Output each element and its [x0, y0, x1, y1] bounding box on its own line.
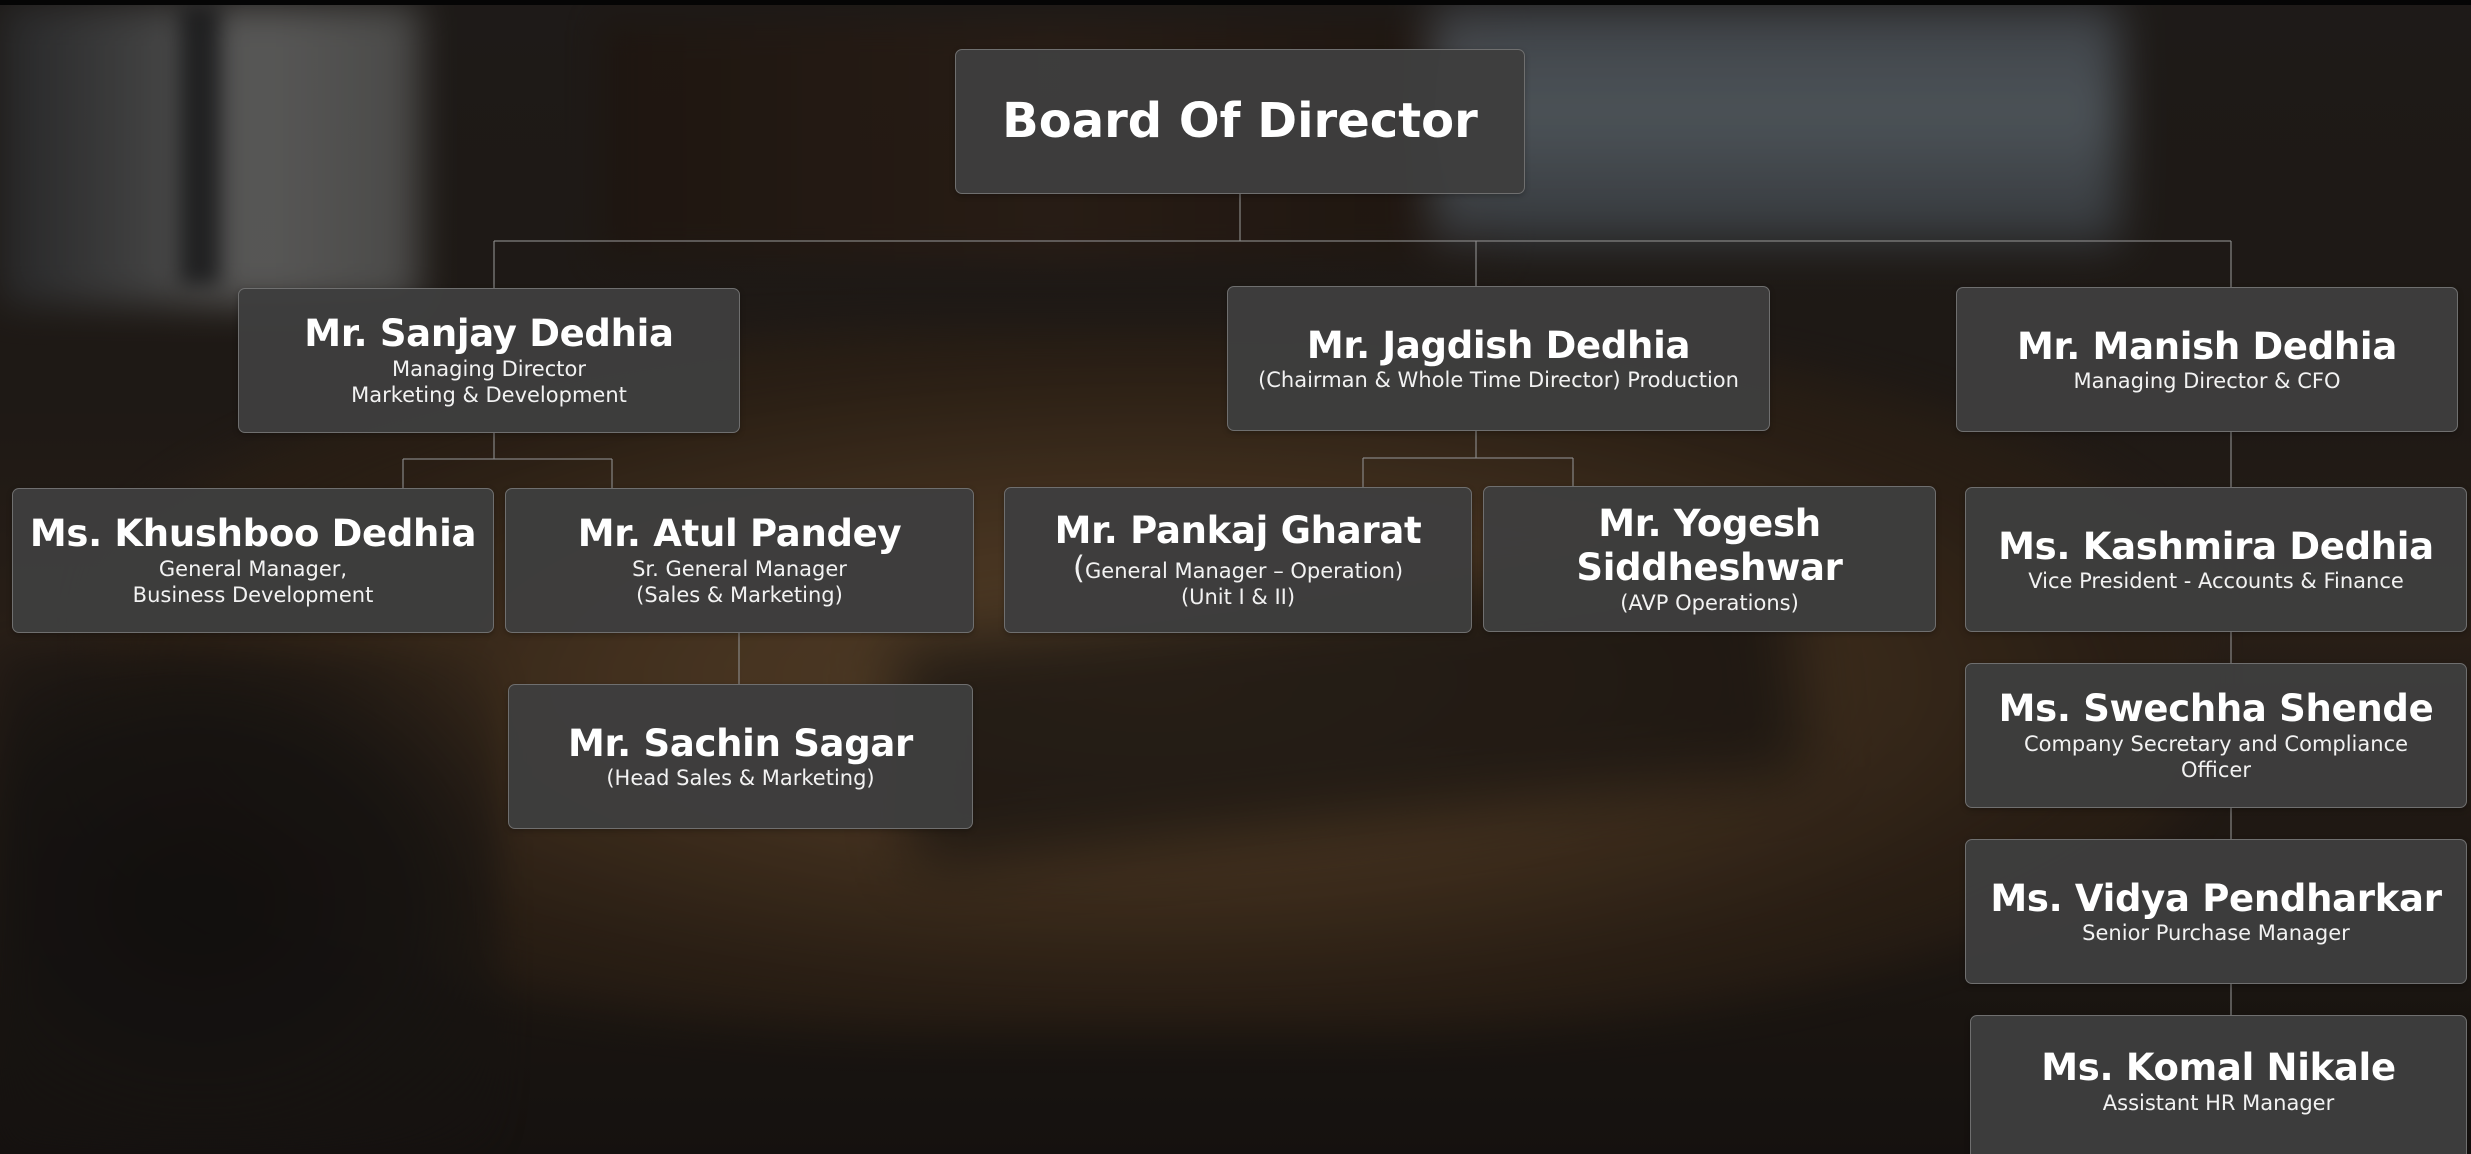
background-window-right	[1430, 5, 2120, 245]
node-pankaj-gharat: Mr. Pankaj Gharat (General Manager – Ope…	[1004, 487, 1472, 633]
node-sanjay-dedhia: Mr. Sanjay Dedhia Managing Director Mark…	[238, 288, 740, 433]
node-role: Marketing & Development	[351, 383, 627, 408]
background-window-frame	[180, 5, 220, 285]
node-role: (Sales & Marketing)	[636, 583, 843, 608]
node-name: Mr. Atul Pandey	[577, 512, 902, 556]
node-name: Mr. Yogesh	[1598, 502, 1821, 546]
node-manish-dedhia: Mr. Manish Dedhia Managing Director & CF…	[1956, 287, 2458, 432]
node-name: Ms. Kashmira Dedhia	[1998, 524, 2434, 568]
background-window	[0, 5, 420, 305]
node-role: (Unit I & II)	[1180, 585, 1296, 610]
node-swechha-shende: Ms. Swechha Shende Company Secretary and…	[1965, 663, 2467, 808]
node-role: Senior Purchase Manager	[2082, 921, 2350, 946]
node-role-text: General Manager – Operation)	[1085, 559, 1404, 584]
node-name: Mr. Jagdish Dedhia	[1306, 323, 1691, 367]
node-role: (General Manager – Operation)	[1073, 553, 1403, 584]
node-role: Assistant HR Manager	[2102, 1090, 2335, 1115]
node-name: Ms. Komal Nikale	[2041, 1046, 2396, 1090]
node-name: Mr. Pankaj Gharat	[1054, 509, 1422, 553]
node-yogesh-siddheshwar: Mr. Yogesh Siddheshwar (AVP Operations)	[1483, 486, 1936, 632]
node-role: Company Secretary and Compliance Officer	[2023, 732, 2409, 783]
node-sachin-sagar: Mr. Sachin Sagar (Head Sales & Marketing…	[508, 684, 973, 829]
background-chair	[0, 650, 500, 1154]
node-role: (Chairman & Whole Time Director) Product…	[1258, 368, 1739, 393]
node-name: Mr. Sanjay Dedhia	[304, 312, 674, 356]
node-name: Ms. Swechha Shende	[1998, 687, 2434, 731]
node-atul-pandey: Mr. Atul Pandey Sr. General Manager (Sal…	[505, 488, 974, 633]
node-name: Mr. Manish Dedhia	[2017, 324, 2397, 368]
node-role-paren: (	[1072, 550, 1086, 587]
node-name: Mr. Sachin Sagar	[567, 721, 914, 765]
node-vidya-pendharkar: Ms. Vidya Pendharkar Senior Purchase Man…	[1965, 839, 2467, 984]
node-komal-nikale: Ms. Komal Nikale Assistant HR Manager	[1970, 1015, 2467, 1154]
board-title: Board Of Director	[1002, 93, 1478, 150]
node-khushboo-dedhia: Ms. Khushboo Dedhia General Manager, Bus…	[12, 488, 494, 633]
node-jagdish-dedhia: Mr. Jagdish Dedhia (Chairman & Whole Tim…	[1227, 286, 1770, 431]
node-name: Ms. Khushboo Dedhia	[29, 512, 477, 556]
node-role: Managing Director	[391, 357, 586, 382]
node-role: Sr. General Manager	[632, 557, 847, 582]
node-role: General Manager,	[158, 557, 348, 582]
node-kashmira-dedhia: Ms. Kashmira Dedhia Vice President - Acc…	[1965, 487, 2467, 632]
node-role: Business Development	[132, 583, 374, 608]
node-role: (Head Sales & Marketing)	[606, 766, 875, 791]
node-role: Vice President - Accounts & Finance	[2028, 569, 2404, 594]
node-name: Siddheshwar	[1576, 545, 1843, 589]
top-edge-strip	[0, 0, 2471, 5]
org-chart-canvas: Board Of Director Mr. Sanjay Dedhia Mana…	[0, 0, 2471, 1154]
node-role: Managing Director & CFO	[2073, 369, 2341, 394]
node-role: (AVP Operations)	[1620, 590, 1799, 615]
node-name: Ms. Vidya Pendharkar	[1990, 876, 2442, 920]
background-table	[100, 330, 2200, 1030]
board-of-director-box: Board Of Director	[955, 49, 1525, 194]
